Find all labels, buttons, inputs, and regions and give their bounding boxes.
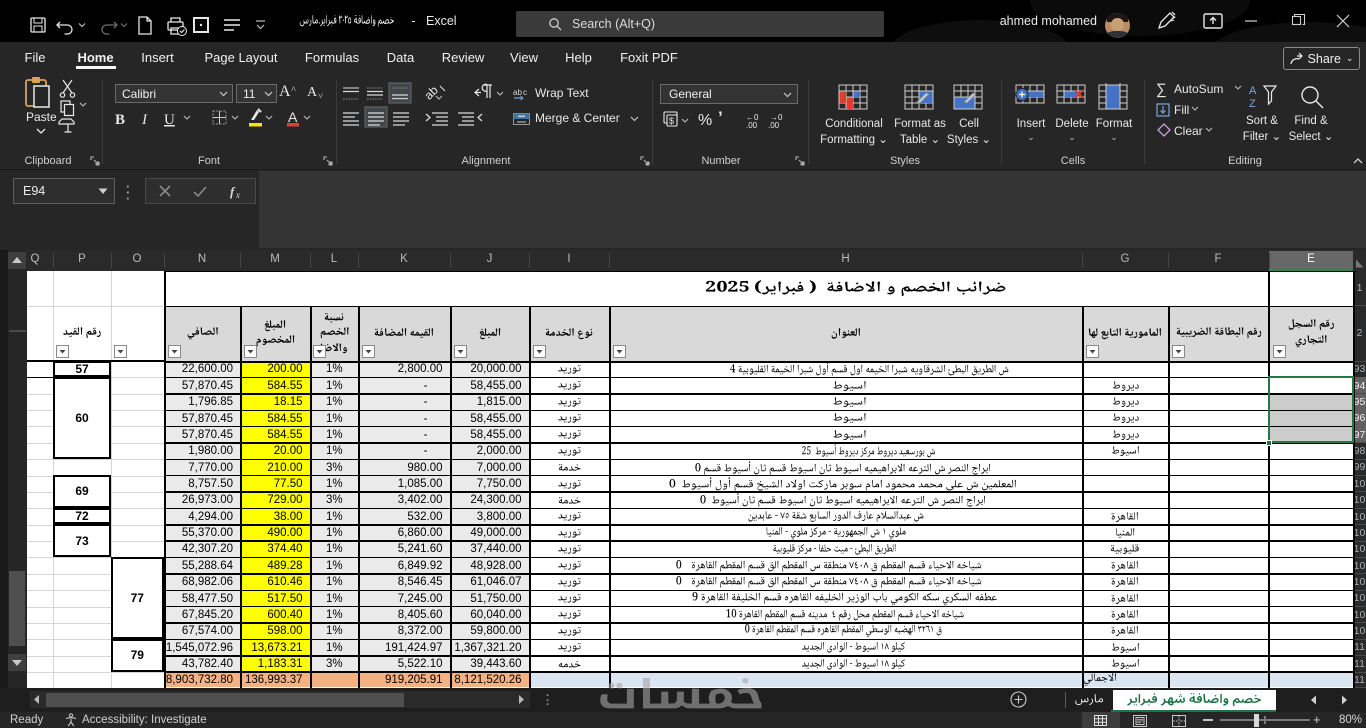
svg-text:.00: .00: [768, 121, 780, 130]
svg-text:’: ’: [718, 108, 723, 127]
svg-text:A: A: [1249, 85, 1257, 97]
svg-text:∑: ∑: [1156, 81, 1167, 98]
svg-text:AutoSum: AutoSum: [1174, 82, 1223, 96]
svg-text:x: x: [235, 190, 240, 200]
svg-text:Paste: Paste: [26, 110, 57, 124]
svg-text:.00: .00: [746, 121, 758, 130]
svg-text:˄: ˄: [291, 84, 296, 94]
svg-text:U: U: [164, 112, 175, 128]
svg-text:A: A: [307, 85, 318, 100]
svg-text:Z: Z: [1249, 98, 1256, 110]
svg-text:ab: ab: [513, 88, 522, 97]
svg-text:%: %: [698, 112, 712, 129]
svg-text:$: $: [669, 116, 674, 126]
svg-text:B: B: [115, 112, 125, 128]
svg-text:c: c: [523, 88, 527, 97]
svg-text:Clear: Clear: [1174, 124, 1203, 138]
svg-text:Fill: Fill: [1174, 103, 1189, 117]
svg-text:A: A: [279, 83, 291, 100]
svg-text:A: A: [288, 109, 298, 125]
svg-text:I: I: [141, 112, 148, 128]
svg-text:ab: ab: [422, 83, 442, 103]
svg-text:˅: ˅: [318, 91, 323, 101]
